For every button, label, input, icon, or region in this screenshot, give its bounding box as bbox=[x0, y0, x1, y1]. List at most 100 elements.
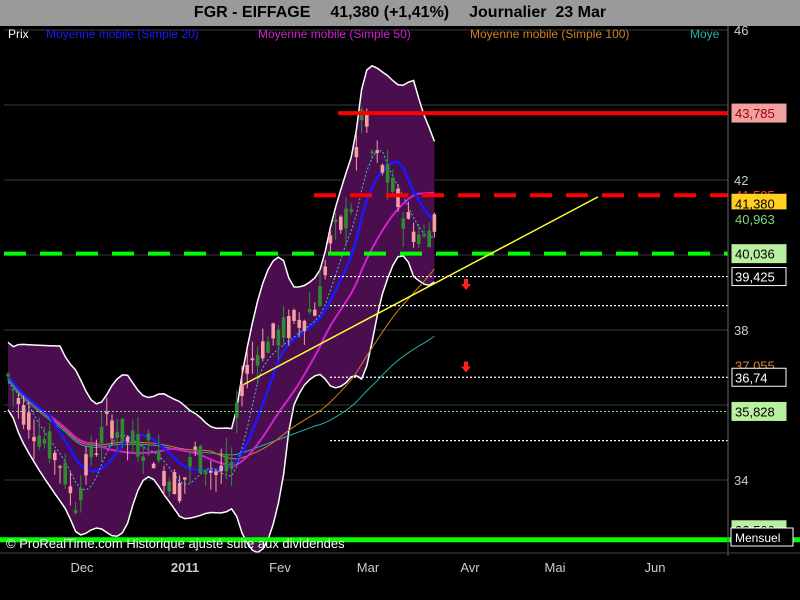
candle-body bbox=[79, 488, 83, 501]
candle-body bbox=[370, 151, 374, 153]
candle-body bbox=[255, 354, 260, 366]
candle-body bbox=[411, 231, 416, 242]
legend-ma-more: Moye bbox=[690, 27, 720, 41]
candle-body bbox=[224, 454, 229, 472]
candle-body bbox=[146, 433, 151, 441]
candle-body bbox=[401, 218, 405, 229]
candle-body bbox=[131, 430, 135, 445]
candle-body bbox=[318, 286, 322, 307]
candle-body bbox=[99, 426, 104, 444]
candle-body bbox=[68, 486, 73, 494]
candle-body bbox=[42, 439, 47, 444]
candle-body bbox=[27, 412, 31, 430]
candle-body bbox=[110, 420, 114, 439]
candle-body bbox=[323, 266, 327, 276]
candle-body bbox=[245, 364, 249, 374]
candle-body bbox=[167, 481, 171, 492]
x-tick-label: Mar bbox=[357, 560, 380, 575]
candle-body bbox=[287, 316, 291, 339]
x-tick-label: Mai bbox=[545, 560, 566, 575]
candle-body bbox=[209, 470, 213, 473]
price-label: 40,963 bbox=[735, 212, 775, 227]
period-label: Journalier 23 Mar bbox=[469, 4, 607, 21]
candle-body bbox=[198, 445, 203, 474]
candle-body bbox=[53, 452, 57, 461]
candle-body bbox=[89, 443, 93, 458]
candle-body bbox=[47, 431, 52, 459]
price-label: 41,380 bbox=[735, 196, 775, 211]
candle-body bbox=[391, 177, 395, 192]
candle-body bbox=[235, 402, 239, 418]
y-tick-label: 46 bbox=[734, 26, 748, 38]
candle-body bbox=[177, 482, 182, 502]
candle-body bbox=[396, 188, 400, 207]
symbol-label: FGR - EIFFAGE bbox=[193, 4, 311, 21]
x-tick-label: Fev bbox=[269, 560, 291, 575]
candle-body bbox=[157, 450, 161, 461]
candle-body bbox=[151, 463, 156, 469]
candle-body bbox=[333, 219, 338, 222]
price-change-label: 41,380 (+1,41%) bbox=[330, 4, 450, 21]
copyright-text: © ProRealTime.com Historique ajusté suit… bbox=[6, 536, 345, 551]
candle-body bbox=[328, 235, 333, 244]
candle-body bbox=[417, 234, 421, 245]
candle-body bbox=[281, 317, 286, 338]
candle-body bbox=[193, 446, 197, 450]
timeframe-label[interactable]: Mensuel bbox=[735, 531, 780, 545]
candle-body bbox=[63, 462, 67, 485]
y-tick-label: 38 bbox=[734, 323, 748, 338]
legend-ma50: Moyenne mobile (Simple 50) bbox=[258, 27, 411, 41]
candle-body bbox=[115, 431, 119, 438]
price-chart[interactable]: 343840424643,78541,59541,38040,96340,036… bbox=[0, 26, 800, 600]
candle-body bbox=[240, 383, 244, 397]
candle-body bbox=[354, 147, 359, 158]
candle-body bbox=[136, 434, 140, 457]
candle-body bbox=[302, 320, 307, 332]
candle-body bbox=[261, 341, 265, 359]
candle-body bbox=[125, 436, 130, 442]
candle-body bbox=[141, 456, 145, 462]
candle-body bbox=[37, 435, 41, 447]
y-tick-label: 34 bbox=[734, 473, 748, 488]
candle-body bbox=[339, 216, 343, 230]
candle-body bbox=[172, 472, 177, 495]
legend-ma20: Moyenne mobile (Simple 20) bbox=[46, 27, 199, 41]
candle-body bbox=[266, 341, 270, 353]
candle-body bbox=[344, 208, 348, 229]
candle-body bbox=[11, 388, 15, 391]
price-label: 39,425 bbox=[735, 270, 775, 285]
candle-body bbox=[162, 470, 166, 486]
candle-body bbox=[16, 398, 21, 405]
candle-body bbox=[73, 510, 78, 513]
candle-body bbox=[380, 165, 385, 173]
x-tick-label: Jun bbox=[645, 560, 666, 575]
candle-body bbox=[120, 418, 125, 442]
price-label: 43,785 bbox=[735, 106, 775, 121]
candle-body bbox=[203, 470, 208, 475]
candle-body bbox=[32, 436, 36, 442]
candle-body bbox=[297, 319, 301, 328]
candle-body bbox=[276, 329, 281, 346]
candle-body bbox=[406, 211, 411, 219]
x-tick-label: 2011 bbox=[171, 560, 199, 575]
legend-ma100: Moyenne mobile (Simple 100) bbox=[470, 27, 629, 41]
candle-body bbox=[188, 456, 192, 467]
candle-body bbox=[385, 164, 390, 183]
candle-body bbox=[94, 453, 99, 455]
candle-body bbox=[58, 466, 62, 468]
candle-body bbox=[307, 308, 312, 313]
candle-body bbox=[365, 114, 369, 127]
candle-body bbox=[250, 358, 255, 361]
candle-body bbox=[427, 230, 431, 248]
candle-body bbox=[422, 233, 426, 237]
price-label: 40,036 bbox=[735, 247, 775, 262]
candle-body bbox=[432, 214, 437, 232]
candle-body bbox=[292, 309, 296, 321]
candle-body bbox=[84, 454, 88, 476]
price-label: 36,74 bbox=[735, 370, 768, 385]
candle-body bbox=[313, 309, 317, 316]
chart-title-bar: FGR - EIFFAGE 41,380 (+1,41%) Journalier 2… bbox=[0, 0, 800, 26]
price-label: 35,828 bbox=[735, 404, 775, 419]
candle-body bbox=[219, 465, 223, 472]
legend-prix: Prix bbox=[8, 27, 29, 41]
